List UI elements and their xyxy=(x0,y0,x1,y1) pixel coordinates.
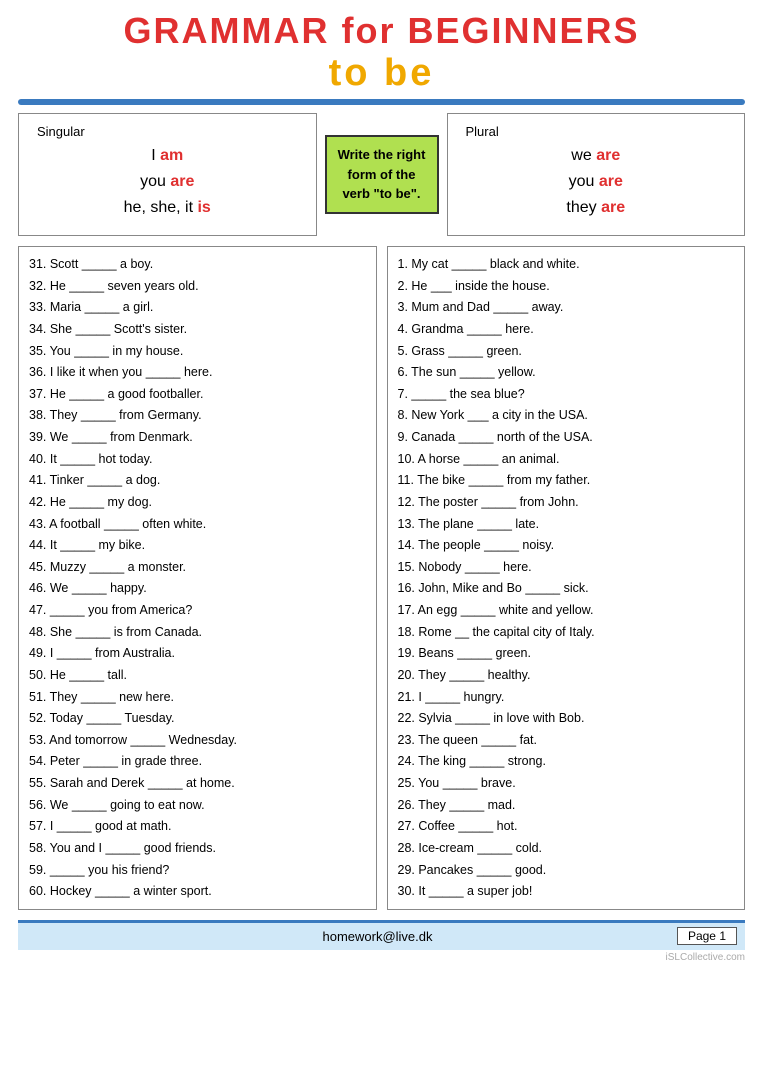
right-exercise-item: 23. The queen _____ fat. xyxy=(398,730,735,751)
footer-email: homework@live.dk xyxy=(198,929,558,944)
right-exercise-item: 12. The poster _____ from John. xyxy=(398,492,735,513)
left-exercise-item: 56. We _____ going to eat now. xyxy=(29,795,366,816)
footer-page: Page 1 xyxy=(557,927,745,945)
instruction-box: Write the right form of the verb "to be"… xyxy=(325,135,439,214)
left-exercise-item: 40. It _____ hot today. xyxy=(29,449,366,470)
left-exercise-item: 42. He _____ my dog. xyxy=(29,492,366,513)
right-exercise-item: 25. You _____ brave. xyxy=(398,773,735,794)
left-exercise-item: 46. We _____ happy. xyxy=(29,578,366,599)
left-exercise-item: 35. You _____ in my house. xyxy=(29,341,366,362)
left-exercise-item: 48. She _____ is from Canada. xyxy=(29,622,366,643)
tobe-title: to be xyxy=(18,52,745,95)
left-exercise-item: 36. I like it when you _____ here. xyxy=(29,362,366,383)
right-exercise-item: 15. Nobody _____ here. xyxy=(398,557,735,578)
left-exercise-item: 37. He _____ a good footballer. xyxy=(29,384,366,405)
right-exercise-item: 3. Mum and Dad _____ away. xyxy=(398,297,735,318)
right-exercise-item: 1. My cat _____ black and white. xyxy=(398,254,735,275)
main-title: GRAMMAR for BEGINNERS xyxy=(18,10,745,52)
page: GRAMMAR for BEGINNERS to be Singular I a… xyxy=(0,0,763,1079)
verb-are-pl: are xyxy=(599,173,623,190)
exercises-area: 31. Scott _____ a boy.32. He _____ seven… xyxy=(18,246,745,910)
right-exercise-item: 18. Rome __ the capital city of Italy. xyxy=(398,622,735,643)
right-exercise-item: 13. The plane _____ late. xyxy=(398,514,735,535)
right-exercise-item: 27. Coffee _____ hot. xyxy=(398,816,735,837)
left-exercise-item: 38. They _____ from Germany. xyxy=(29,405,366,426)
left-exercise-item: 55. Sarah and Derek _____ at home. xyxy=(29,773,366,794)
left-exercise-item: 60. Hockey _____ a winter sport. xyxy=(29,881,366,902)
singular-i: I am xyxy=(37,147,298,165)
right-exercise-item: 21. I _____ hungry. xyxy=(398,687,735,708)
title-area: GRAMMAR for BEGINNERS to be xyxy=(18,10,745,95)
plural-we: we are xyxy=(466,147,727,165)
left-exercise-item: 39. We _____ from Denmark. xyxy=(29,427,366,448)
right-exercise-item: 14. The people _____ noisy. xyxy=(398,535,735,556)
left-exercise-item: 43. A football _____ often white. xyxy=(29,514,366,535)
singular-box: Singular I am you are he, she, it is xyxy=(18,113,317,236)
right-exercises-col: 1. My cat _____ black and white.2. He __… xyxy=(387,246,746,910)
left-exercise-item: 58. You and I _____ good friends. xyxy=(29,838,366,859)
left-exercise-item: 32. He _____ seven years old. xyxy=(29,276,366,297)
left-exercise-item: 41. Tinker _____ a dog. xyxy=(29,470,366,491)
right-exercise-item: 24. The king _____ strong. xyxy=(398,751,735,772)
right-exercise-item: 7. _____ the sea blue? xyxy=(398,384,735,405)
left-exercise-item: 33. Maria _____ a girl. xyxy=(29,297,366,318)
left-exercise-item: 57. I _____ good at math. xyxy=(29,816,366,837)
right-exercise-item: 26. They _____ mad. xyxy=(398,795,735,816)
instruction-area: Write the right form of the verb "to be"… xyxy=(317,113,447,236)
left-exercise-item: 51. They _____ new here. xyxy=(29,687,366,708)
right-exercise-item: 17. An egg _____ white and yellow. xyxy=(398,600,735,621)
left-exercise-item: 50. He _____ tall. xyxy=(29,665,366,686)
left-exercise-item: 45. Muzzy _____ a monster. xyxy=(29,557,366,578)
right-exercise-item: 5. Grass _____ green. xyxy=(398,341,735,362)
right-exercise-item: 28. Ice-cream _____ cold. xyxy=(398,838,735,859)
plural-you: you are xyxy=(466,173,727,191)
right-exercise-item: 8. New York ___ a city in the USA. xyxy=(398,405,735,426)
singular-he: he, she, it is xyxy=(37,199,298,217)
right-exercise-item: 30. It _____ a super job! xyxy=(398,881,735,902)
plural-label: Plural xyxy=(466,124,727,139)
singular-you: you are xyxy=(37,173,298,191)
right-exercise-item: 6. The sun _____ yellow. xyxy=(398,362,735,383)
left-exercise-item: 54. Peter _____ in grade three. xyxy=(29,751,366,772)
left-exercise-item: 47. _____ you from America? xyxy=(29,600,366,621)
verb-are-sg: are xyxy=(170,173,194,190)
left-exercise-item: 59. _____ you his friend? xyxy=(29,860,366,881)
singular-label: Singular xyxy=(37,124,298,139)
left-exercise-item: 53. And tomorrow _____ Wednesday. xyxy=(29,730,366,751)
right-exercise-item: 11. The bike _____ from my father. xyxy=(398,470,735,491)
right-exercise-item: 16. John, Mike and Bo _____ sick. xyxy=(398,578,735,599)
right-exercise-item: 20. They _____ healthy. xyxy=(398,665,735,686)
verb-is: is xyxy=(197,199,210,216)
conjugation-area: Singular I am you are he, she, it is Wri… xyxy=(18,113,745,236)
left-exercises-col: 31. Scott _____ a boy.32. He _____ seven… xyxy=(18,246,377,910)
right-exercise-item: 22. Sylvia _____ in love with Bob. xyxy=(398,708,735,729)
right-exercise-item: 9. Canada _____ north of the USA. xyxy=(398,427,735,448)
right-exercise-item: 19. Beans _____ green. xyxy=(398,643,735,664)
left-exercise-item: 44. It _____ my bike. xyxy=(29,535,366,556)
right-exercise-item: 29. Pancakes _____ good. xyxy=(398,860,735,881)
footer: homework@live.dk Page 1 xyxy=(18,920,745,950)
right-exercise-item: 10. A horse _____ an animal. xyxy=(398,449,735,470)
watermark: iSLCollective.com xyxy=(18,952,745,963)
plural-they: they are xyxy=(466,199,727,217)
left-exercise-item: 31. Scott _____ a boy. xyxy=(29,254,366,275)
verb-are-we: are xyxy=(596,147,620,164)
verb-are-they: are xyxy=(601,199,625,216)
right-exercise-item: 2. He ___ inside the house. xyxy=(398,276,735,297)
right-exercise-item: 4. Grandma _____ here. xyxy=(398,319,735,340)
left-exercise-item: 52. Today _____ Tuesday. xyxy=(29,708,366,729)
left-exercise-item: 49. I _____ from Australia. xyxy=(29,643,366,664)
verb-am: am xyxy=(160,147,183,164)
left-exercise-item: 34. She _____ Scott's sister. xyxy=(29,319,366,340)
plural-box: Plural we are you are they are xyxy=(447,113,746,236)
blue-divider-top xyxy=(18,99,745,105)
page-badge: Page 1 xyxy=(677,927,737,945)
